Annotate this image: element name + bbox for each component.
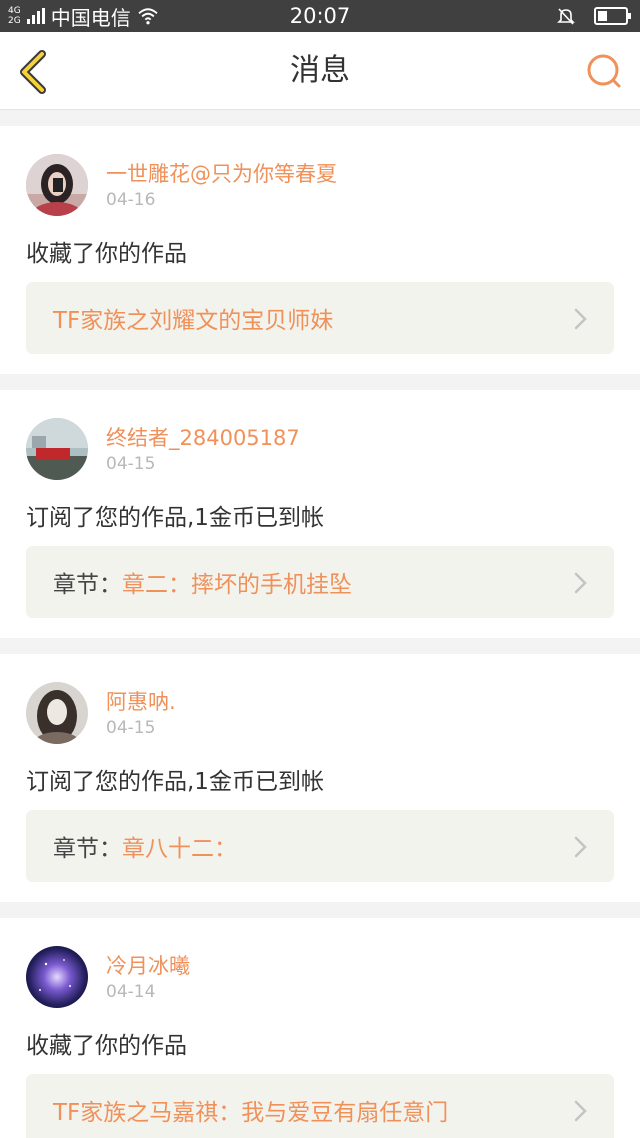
chevron-right-icon — [574, 836, 587, 858]
search-icon — [587, 54, 621, 88]
action-text: 订阅了您的作品,1金币已到帐 — [26, 769, 324, 795]
avatar[interactable] — [26, 418, 88, 480]
chevron-right-icon — [574, 308, 587, 330]
carrier-name: 中国电信 — [50, 5, 131, 30]
chevron-right-icon — [574, 1100, 587, 1122]
signal-icon — [26, 8, 45, 24]
page-title: 消息 — [290, 53, 350, 88]
network-type-bottom: 2G — [8, 16, 21, 26]
message-date: 04-15 — [106, 454, 156, 474]
link-prefix: 章节： — [53, 572, 122, 598]
work-link[interactable]: TF家族之马嘉祺：我与爱豆有扇任意门 — [26, 1074, 614, 1138]
message-date: 04-16 — [106, 190, 156, 210]
wifi-icon — [138, 8, 158, 25]
avatar[interactable] — [26, 682, 88, 744]
username[interactable]: 阿惠呐. — [106, 686, 176, 716]
status-bar: 4G 2G 中国电信 20:07 — [0, 0, 640, 32]
work-link[interactable]: 章节： 章二：摔坏的手机挂坠 — [26, 546, 614, 618]
message-list: 一世雕花@只为你等春夏 04-16 收藏了你的作品 TF家族之刘耀文的宝贝师妹 … — [0, 126, 640, 1138]
message-date: 04-14 — [106, 982, 156, 1002]
avatar[interactable] — [26, 154, 88, 216]
username[interactable]: 终结者_284005187 — [106, 422, 300, 452]
header-bar: 消息 — [0, 32, 640, 110]
action-text: 收藏了你的作品 — [26, 1033, 187, 1059]
work-link[interactable]: TF家族之刘耀文的宝贝师妹 — [26, 282, 614, 354]
username[interactable]: 一世雕花@只为你等春夏 — [106, 158, 337, 188]
work-link[interactable]: 章节： 章八十二： — [26, 810, 614, 882]
avatar[interactable] — [26, 946, 88, 1008]
work-title: TF家族之马嘉祺：我与爱豆有扇任意门 — [53, 1100, 449, 1126]
action-text: 收藏了你的作品 — [26, 241, 187, 267]
message-card: 一世雕花@只为你等春夏 04-16 收藏了你的作品 TF家族之刘耀文的宝贝师妹 — [0, 126, 640, 374]
battery-icon — [594, 7, 631, 25]
mute-bell-icon — [557, 8, 575, 25]
message-card: 冷月冰曦 04-14 收藏了你的作品 TF家族之马嘉祺：我与爱豆有扇任意门 — [0, 918, 640, 1138]
network-type-top: 4G — [8, 6, 21, 16]
work-title: 章二：摔坏的手机挂坠 — [122, 572, 352, 598]
search-button[interactable] — [584, 52, 624, 92]
username[interactable]: 冷月冰曦 — [106, 950, 190, 980]
work-title: TF家族之刘耀文的宝贝师妹 — [53, 308, 334, 334]
network-type: 4G 2G — [8, 6, 21, 26]
action-text: 订阅了您的作品,1金币已到帐 — [26, 505, 324, 531]
chevron-right-icon — [574, 572, 587, 594]
message-card: 阿惠呐. 04-15 订阅了您的作品,1金币已到帐 章节： 章八十二： — [0, 654, 640, 902]
battery-level — [598, 11, 608, 21]
message-card: 终结者_284005187 04-15 订阅了您的作品,1金币已到帐 章节： 章二… — [0, 390, 640, 638]
message-date: 04-15 — [106, 718, 156, 738]
work-title: 章八十二： — [122, 836, 237, 862]
link-prefix: 章节： — [53, 836, 122, 862]
